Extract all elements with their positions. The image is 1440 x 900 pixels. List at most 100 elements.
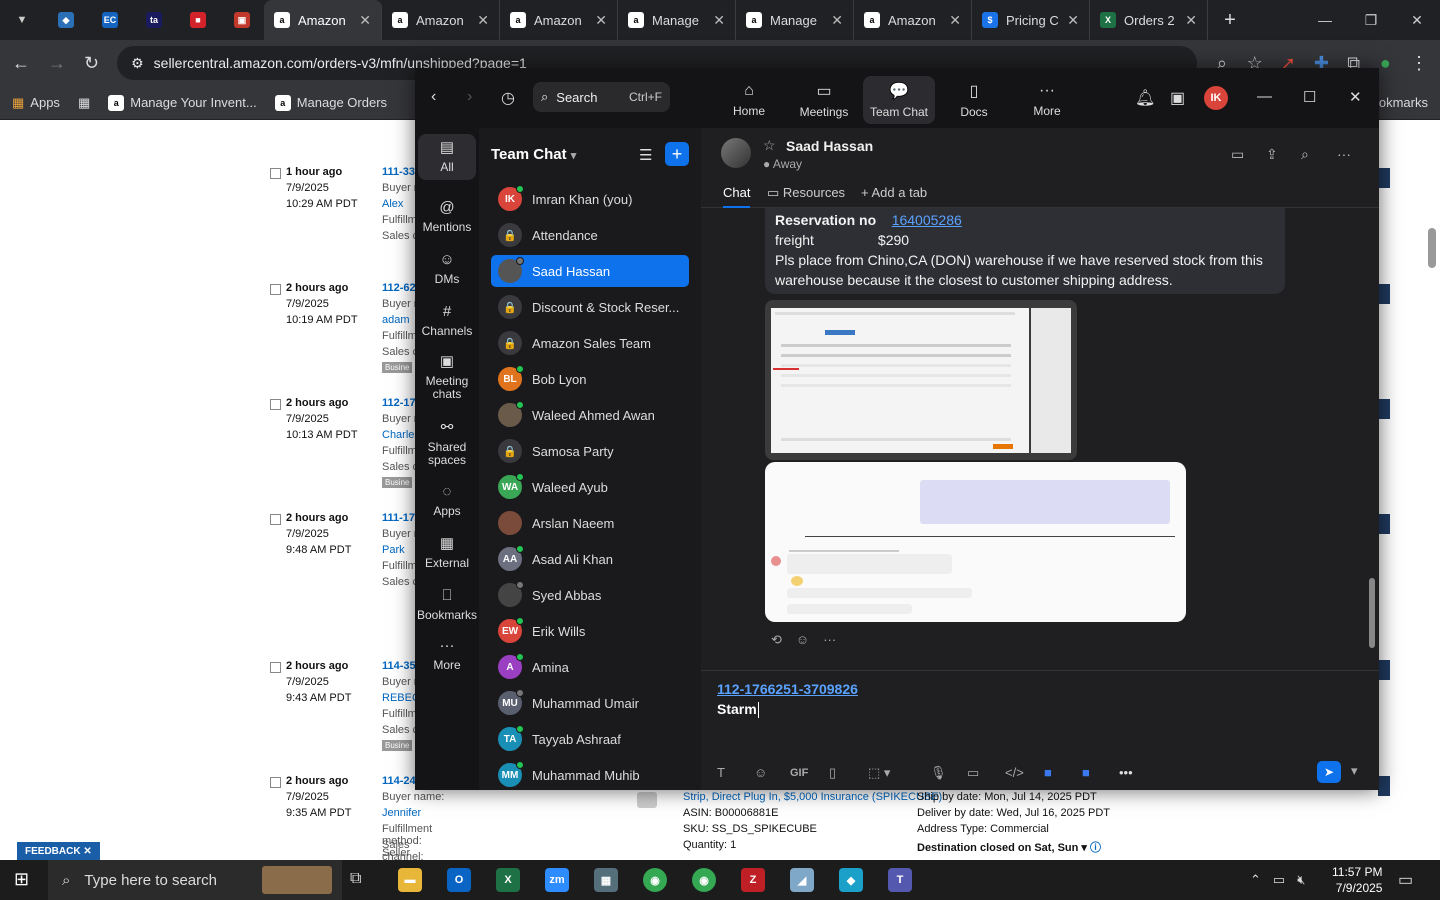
windows-start-icon[interactable]: ⊞	[14, 869, 29, 890]
filter-icon[interactable]: ☰	[639, 146, 652, 164]
close-tab-icon[interactable]: ✕	[831, 12, 843, 29]
reservation-link[interactable]: 164005286	[892, 212, 962, 228]
chat-list-item[interactable]: Arslan Naeem	[491, 507, 689, 539]
add-reaction-icon[interactable]: ☺	[796, 632, 809, 648]
chat-list-item[interactable]: MM Muhammad Muhib	[491, 759, 689, 790]
order-id-link[interactable]: 111-33	[382, 166, 415, 178]
screenshot-icon[interactable]: ⬚ ▾	[868, 765, 890, 781]
rail-item-shared-spaces[interactable]: ⚯ Shared spaces	[418, 419, 476, 467]
forward-arrow-icon[interactable]: ›	[467, 88, 472, 106]
outlook-icon[interactable]: O	[447, 868, 471, 892]
conversation-scrollbar[interactable]	[1369, 208, 1375, 648]
info-icon[interactable]: ⓘ	[1090, 842, 1101, 854]
browser-tab[interactable]: a Amazon ✕	[854, 0, 972, 40]
new-tab-button[interactable]: +	[1208, 0, 1252, 40]
history-icon[interactable]: ◷	[501, 88, 515, 108]
buyer-name-link[interactable]: Alex	[382, 198, 403, 210]
browser-menu-icon[interactable]: ⋮	[1410, 53, 1428, 74]
rail-item-apps[interactable]: ◌ Apps	[418, 483, 476, 518]
teams-icon[interactable]: T	[888, 868, 912, 892]
share-screen-icon[interactable]: ⇪	[1266, 146, 1278, 163]
tray-overflow-icon[interactable]: ⌃	[1250, 872, 1261, 888]
chat-list-item[interactable]: IK Imran Khan (you)	[491, 183, 689, 215]
rail-item-mentions[interactable]: @ Mentions	[418, 199, 476, 234]
composer-text[interactable]: Starm	[717, 701, 759, 718]
chrome-icon[interactable]: ◉	[643, 868, 667, 892]
rail-item-external[interactable]: ▦ External	[418, 535, 476, 570]
chat-list-item[interactable]: 🔒 Attendance	[491, 219, 689, 251]
site-info-icon[interactable]: ⚙	[131, 55, 144, 72]
scrollbar-thumb[interactable]	[1428, 228, 1436, 268]
order-id-link[interactable]: 111-17	[382, 512, 415, 524]
zoom-app-icon[interactable]: zm	[545, 868, 569, 892]
chat-list-item[interactable]: Syed Abbas	[491, 579, 689, 611]
more-options-icon[interactable]: ···	[1337, 146, 1351, 162]
app-icon[interactable]: ◆	[839, 868, 863, 892]
filezilla-icon[interactable]: Z	[741, 868, 765, 892]
nav-team-chat[interactable]: 💬 Team Chat	[863, 76, 935, 124]
close-tab-icon[interactable]: ✕	[1067, 12, 1079, 29]
order-checkbox[interactable]	[270, 514, 281, 525]
app-icon[interactable]: ■	[1044, 765, 1052, 780]
tab-add[interactable]: + Add a tab	[861, 185, 927, 200]
rail-item-bookmarks[interactable]: ⎕ Bookmarks	[417, 587, 477, 622]
close-tab-icon[interactable]: ✕	[359, 12, 371, 29]
chat-list-item[interactable]: Waleed Ahmed Awan	[491, 399, 689, 431]
file-icon[interactable]: ▯	[829, 765, 836, 781]
minimize-button[interactable]: —	[1302, 0, 1348, 40]
screenshot-attachment[interactable]	[765, 300, 1077, 460]
network-icon[interactable]: ▭	[1273, 872, 1285, 888]
app-icon[interactable]: ■	[1082, 765, 1090, 780]
order-checkbox[interactable]	[270, 284, 281, 295]
order-checkbox[interactable]	[270, 399, 281, 410]
message-bubble[interactable]: Reservation no 164005286 freight $290 Pls…	[765, 208, 1285, 294]
send-button[interactable]: ➤	[1317, 761, 1341, 783]
chat-list-item[interactable]: TA Tayyab Ashraaf	[491, 723, 689, 755]
order-action-button[interactable]	[1378, 284, 1390, 304]
composer-link[interactable]: 112-1766251-3709826	[717, 681, 858, 697]
browser-tab[interactable]: a Manage ✕	[618, 0, 736, 40]
rail-item-meeting-chats[interactable]: ▣ Meeting chats	[418, 353, 476, 401]
rail-item-more[interactable]: ··· More	[418, 637, 476, 672]
pinned-tab[interactable]: EC	[88, 0, 132, 40]
bookmark-apps[interactable]: ▦ Apps	[12, 95, 60, 111]
chrome-icon[interactable]: ◉	[692, 868, 716, 892]
browser-tab[interactable]: a Amazon ✕	[382, 0, 500, 40]
bookmark-manage-inventory[interactable]: a Manage Your Invent...	[108, 94, 257, 111]
order-id-link[interactable]: 114-24	[382, 775, 416, 787]
zoom-search-box[interactable]: ⌕ Search Ctrl+F	[533, 82, 670, 112]
reply-icon[interactable]: ⟲	[771, 632, 782, 648]
contact-avatar[interactable]	[721, 138, 751, 168]
nav-more[interactable]: ··· More	[1011, 76, 1083, 124]
buyer-name-link[interactable]: Park	[382, 544, 405, 556]
contact-name[interactable]: Saad Hassan	[786, 138, 873, 154]
chat-list-item[interactable]: MU Muhammad Umair	[491, 687, 689, 719]
message-composer[interactable]: 112-1766251-3709826 Starm T ☺ GIF ▯ ⬚ ▾ …	[701, 670, 1379, 790]
tab-resources[interactable]: ▭ Resources	[767, 185, 845, 201]
chat-list-item[interactable]: EW Erik Wills	[491, 615, 689, 647]
order-action-button[interactable]	[1378, 168, 1390, 188]
notification-center-icon[interactable]: ▭	[1398, 870, 1413, 890]
product-title[interactable]: Strip, Direct Plug In, $5,000 Insurance …	[683, 791, 942, 803]
chat-list-item[interactable]: 🔒 Samosa Party	[491, 435, 689, 467]
taskbar-clock[interactable]: 11:57 PM 7/9/2025	[1332, 864, 1382, 896]
tab-groups-icon[interactable]: ▦	[78, 95, 90, 111]
chat-list-item[interactable]: A Amina	[491, 651, 689, 683]
tab-search-button[interactable]: ▼	[0, 0, 44, 40]
bookmark-manage-orders[interactable]: a Manage Orders	[274, 94, 387, 111]
profile-icon[interactable]: ●	[1378, 53, 1392, 74]
chat-list-item[interactable]: Saad Hassan	[491, 255, 689, 287]
screenshot-attachment[interactable]	[765, 462, 1186, 622]
taskbar-search[interactable]: ⌕ Type here to search	[48, 860, 342, 900]
code-icon[interactable]: </>	[1005, 765, 1024, 780]
user-avatar[interactable]: IK	[1204, 86, 1228, 110]
feedback-button[interactable]: FEEDBACK ✕	[17, 842, 100, 860]
order-checkbox[interactable]	[270, 777, 281, 788]
app-icon[interactable]: ◢	[790, 868, 814, 892]
more-actions-icon[interactable]: ···	[823, 632, 836, 648]
video-call-icon[interactable]: ▭	[1231, 146, 1244, 163]
more-tools-icon[interactable]: •••	[1119, 765, 1133, 780]
file-explorer-icon[interactable]: ▬	[398, 868, 422, 892]
order-id-link[interactable]: 114-35	[382, 660, 416, 672]
order-checkbox[interactable]	[270, 168, 281, 179]
